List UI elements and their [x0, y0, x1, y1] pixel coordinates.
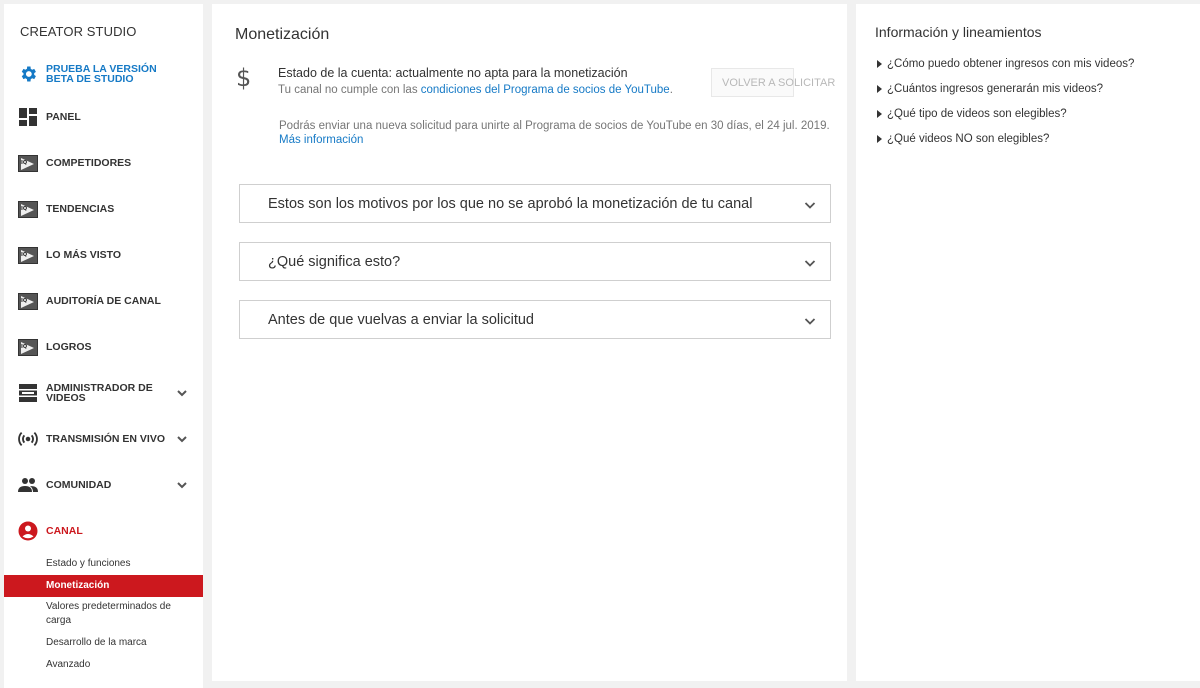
dollar-icon: $ [236, 64, 252, 92]
accordion-antes-solicitud[interactable]: Antes de que vuelvas a enviar la solicit… [239, 300, 831, 339]
tubebuddy-icon: IQ [18, 337, 38, 357]
accordion-label: Antes de que vuelvas a enviar la solicit… [268, 312, 534, 328]
sidebar-item-beta-studio[interactable]: PRUEBA LA VERSIÓN BETA DE STUDIO [4, 60, 203, 88]
sidebar-item-label: TENDENCIAS [46, 203, 115, 215]
live-icon [18, 429, 38, 449]
info-link-not-eligible[interactable]: ¿Qué videos NO son elegibles? [877, 133, 1049, 145]
info-title: Información y lineamientos [875, 24, 1042, 40]
reapply-notice: Podrás enviar una nueva solicitud para u… [279, 120, 830, 132]
chevron-down-icon [804, 318, 816, 325]
sidebar-item-label: PRUEBA LA VERSIÓN BETA DE STUDIO [46, 63, 157, 85]
sidebar-item-label: ADMINISTRADOR DE VIDEOS [46, 382, 153, 404]
sidebar-item-mas-visto[interactable]: IQ LO MÁS VISTO [4, 244, 203, 266]
sidebar-item-tendencias[interactable]: IQ TENDENCIAS [4, 198, 203, 220]
people-icon [18, 475, 38, 495]
monetization-panel: Monetización $ Estado de la cuenta: actu… [212, 4, 847, 681]
accordion-que-significa[interactable]: ¿Qué significa esto? [239, 242, 831, 281]
chevron-down-icon[interactable] [176, 433, 188, 445]
sidebar-subitem-monetizacion[interactable]: Monetización [4, 575, 203, 597]
sidebar-item-comunidad[interactable]: COMUNIDAD [4, 474, 203, 496]
sidebar-item-label: AUDITORÍA DE CANAL [46, 295, 161, 307]
sidebar-item-label: LOGROS [46, 341, 92, 353]
reapply-button[interactable]: VOLVER A SOLICITAR [711, 68, 835, 97]
account-status-title: Estado de la cuenta: actualmente no apta… [278, 66, 628, 80]
sidebar-item-label: LO MÁS VISTO [46, 249, 122, 261]
sidebar: CREATOR STUDIO PRUEBA LA VERSIÓN BETA DE… [4, 4, 203, 688]
sidebar-item-label: COMPETIDORES [46, 157, 132, 169]
partner-program-terms-link[interactable]: condiciones del Programa de socios de Yo… [421, 84, 670, 96]
sidebar-subitem-desarrollo-marca[interactable]: Desarrollo de la marca [4, 636, 203, 650]
sidebar-item-transmision-vivo[interactable]: TRANSMISIÓN EN VIVO [4, 428, 203, 450]
chevron-down-icon[interactable] [176, 387, 188, 399]
more-info-link[interactable]: Más información [279, 134, 363, 146]
info-link-label: ¿Qué videos NO son elegibles? [887, 133, 1050, 145]
tubebuddy-icon: IQ [18, 199, 38, 219]
tubebuddy-icon: IQ [18, 291, 38, 311]
sidebar-subitem-valores-carga[interactable]: Valores predeterminados de carga [4, 600, 203, 628]
info-link-label: ¿Cuántos ingresos generarán mis videos? [887, 83, 1104, 95]
accordion-label: ¿Qué significa esto? [268, 254, 401, 270]
gear-icon [18, 64, 38, 84]
info-link-label: ¿Cómo puedo obtener ingresos con mis vid… [887, 58, 1135, 70]
info-link-how-much[interactable]: ¿Cuántos ingresos generarán mis videos? [877, 83, 1103, 95]
sidebar-item-competidores[interactable]: IQ COMPETIDORES [4, 152, 203, 174]
triangle-right-icon [877, 110, 882, 118]
chevron-down-icon [804, 202, 816, 209]
dashboard-icon [18, 107, 38, 127]
chevron-down-icon[interactable] [176, 479, 188, 491]
status-sub-prefix: Tu canal no cumple con las [278, 84, 421, 96]
accordion-label: Estos son los motivos por los que no se … [268, 196, 753, 212]
sidebar-item-label: COMUNIDAD [46, 479, 112, 491]
sidebar-subitem-estado-funciones[interactable]: Estado y funciones [4, 557, 203, 571]
info-guidelines-panel: Información y lineamientos ¿Cómo puedo o… [856, 4, 1200, 681]
account-status-subtitle: Tu canal no cumple con las condiciones d… [278, 84, 673, 96]
status-sub-suffix: . [669, 84, 673, 96]
triangle-right-icon [877, 135, 882, 143]
account-circle-icon [18, 521, 38, 541]
triangle-right-icon [877, 60, 882, 68]
triangle-right-icon [877, 85, 882, 93]
sidebar-item-auditoria[interactable]: IQ AUDITORÍA DE CANAL [4, 290, 203, 312]
sidebar-item-label: PANEL [46, 111, 81, 123]
info-link-earn[interactable]: ¿Cómo puedo obtener ingresos con mis vid… [877, 58, 1134, 70]
video-manager-icon [18, 383, 38, 403]
chevron-down-icon [804, 260, 816, 267]
info-link-eligible-types[interactable]: ¿Qué tipo de videos son elegibles? [877, 108, 1067, 120]
page-title: Monetización [235, 26, 330, 43]
accordion-motivos[interactable]: Estos son los motivos por los que no se … [239, 184, 831, 223]
sidebar-subitem-avanzado[interactable]: Avanzado [4, 658, 203, 672]
creator-studio-title: CREATOR STUDIO [20, 24, 137, 39]
tubebuddy-icon: IQ [18, 245, 38, 265]
sidebar-item-logros[interactable]: IQ LOGROS [4, 336, 203, 358]
tubebuddy-icon: IQ [18, 153, 38, 173]
info-link-label: ¿Qué tipo de videos son elegibles? [887, 108, 1067, 120]
sidebar-item-panel[interactable]: PANEL [4, 106, 203, 128]
sidebar-item-administrador-videos[interactable]: ADMINISTRADOR DE VIDEOS [4, 380, 203, 406]
sidebar-item-label: TRANSMISIÓN EN VIVO [46, 433, 166, 445]
sidebar-item-canal[interactable]: CANAL [4, 520, 203, 542]
sidebar-item-label: CANAL [46, 525, 83, 537]
